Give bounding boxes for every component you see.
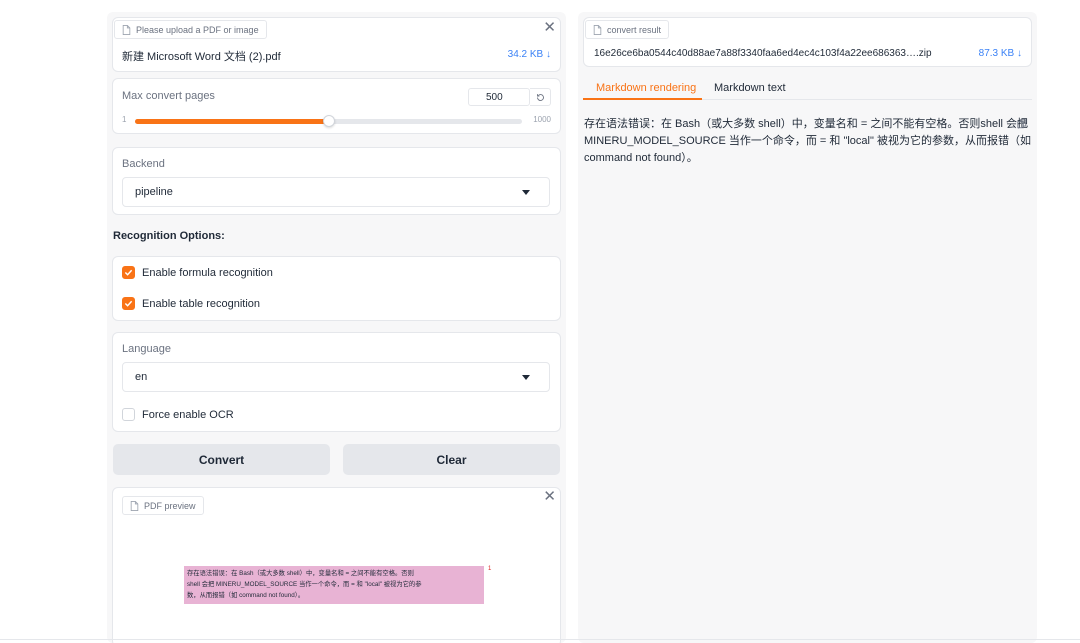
slider-min-label: 1 [122,115,127,124]
pdf-line: shell 会把 MINERU_MODEL_SOURCE 当作一个命令，而 = … [187,581,422,588]
tab-active-underline [583,98,702,100]
uploaded-file-name[interactable]: 新建 Microsoft Word 文档 (2).pdf [122,48,281,64]
app-root: Please upload a PDF or image ✕ 新建 Micros… [0,0,1080,643]
check-icon [124,269,133,276]
checkbox-checked[interactable] [122,266,135,279]
formula-recognition-label: Enable formula recognition [142,266,273,279]
file-icon [130,500,139,511]
backend-select[interactable]: pipeline [122,177,550,207]
result-tag-label: convert result [607,24,662,35]
max-pages-card: Max convert pages 500 1 1000 [112,78,561,134]
language-selected-value: en [135,371,148,383]
language-label: Language [122,343,171,355]
recognition-options-card: Enable formula recognition Enable table … [112,256,561,321]
tabs-divider [702,99,1032,100]
upload-tag-label: Please upload a PDF or image [136,24,259,35]
language-select[interactable]: en [122,362,550,392]
markdown-line: command not found）。 [584,152,698,164]
bottom-divider [0,639,1080,640]
formula-recognition-checkbox[interactable]: Enable formula recognition [122,266,273,279]
recognition-options-title: Recognition Options: [113,230,225,242]
result-file-size[interactable]: 87.3 KB ↓ [979,48,1022,59]
max-pages-number-input[interactable]: 500 [468,88,530,106]
convert-button[interactable]: Convert [113,444,330,475]
pdf-preview-tag: PDF preview [122,496,204,515]
force-ocr-label: Force enable OCR [142,408,234,421]
left-panel: Please upload a PDF or image ✕ 新建 Micros… [107,12,566,643]
markdown-line: 存在语法错误：在 Bash（或大多数 shell）中，变量名和 = 之间不能有空… [584,118,1029,130]
slider-track[interactable] [135,115,522,127]
pdf-preview-tag-label: PDF preview [144,500,196,511]
upload-tag: Please upload a PDF or image [114,20,267,39]
result-file-name[interactable]: 16e26ce6ba0544c40d88ae7a88f3340faa6ed4ec… [594,48,932,59]
pdf-line: 存在语法错误：在 Bash（或大多数 shell）中，变量名和 = 之间不能有空… [187,570,414,577]
max-pages-label: Max convert pages [122,90,215,102]
result-card[interactable]: convert result 16e26ce6ba0544c40d88ae7a8… [583,17,1032,67]
pdf-marker: 1 [488,566,492,572]
pdf-line: 数，从而报错（如 command not found）。 [187,592,305,599]
table-recognition-label: Enable table recognition [142,297,261,310]
check-icon [124,300,133,307]
backend-selected-value: pipeline [135,186,173,198]
pdf-page-highlight: 存在语法错误：在 Bash（或大多数 shell）中，变量名和 = 之间不能有空… [184,566,484,604]
file-icon [593,24,602,35]
slider-thumb[interactable] [323,115,335,127]
markdown-content: 存在语法错误：在 Bash（或大多数 shell）中，变量名和 = 之间不能有空… [584,116,1031,167]
chevron-down-icon [522,375,530,380]
backend-card: Backend pipeline [112,147,561,215]
slider-max-label: 1000 [533,115,551,124]
close-icon[interactable]: ✕ [543,489,556,504]
chevron-down-icon [522,190,530,195]
checkbox-checked[interactable] [122,297,135,310]
language-card: Language en Force enable OCR [112,332,561,432]
uploaded-file-size[interactable]: 34.2 KB ↓ [508,49,551,60]
max-pages-value: 500 [486,92,503,103]
close-icon[interactable]: ✕ [543,20,556,35]
table-recognition-checkbox[interactable]: Enable table recognition [122,297,260,310]
clear-button[interactable]: Clear [343,444,560,475]
tab-markdown-rendering[interactable]: Markdown rendering [596,82,696,94]
right-panel: convert result 16e26ce6ba0544c40d88ae7a8… [578,12,1037,643]
upload-card[interactable]: Please upload a PDF or image ✕ 新建 Micros… [112,17,561,72]
checkbox-unchecked[interactable] [122,408,135,421]
force-ocr-checkbox[interactable]: Force enable OCR [122,408,234,421]
reset-icon[interactable] [530,88,551,106]
markdown-line: MINERU_MODEL_SOURCE 当作一个命令，而 = 和 "local"… [584,135,1031,147]
result-tag: convert result [585,20,670,39]
copy-icon[interactable] [1017,118,1027,132]
backend-label: Backend [122,158,165,170]
tab-markdown-text[interactable]: Markdown text [714,82,786,94]
slider-fill [135,119,329,124]
file-icon [122,24,131,35]
pdf-preview-card: PDF preview ✕ 存在语法错误：在 Bash（或大多数 shell）中… [112,487,561,643]
